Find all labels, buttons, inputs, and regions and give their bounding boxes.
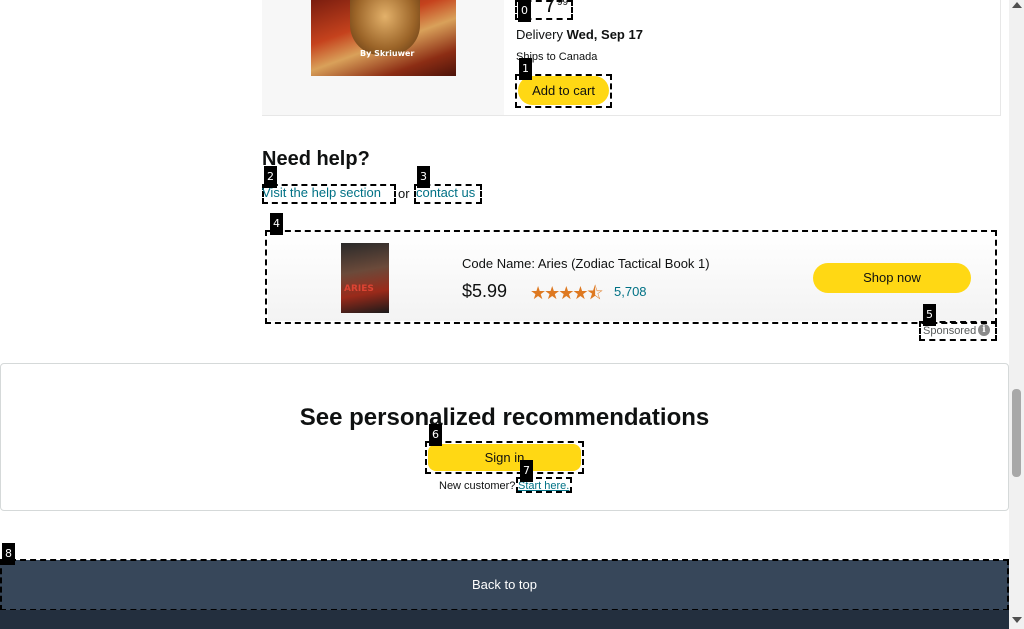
ad-price: $5.99: [462, 281, 508, 301]
ad-book-cover[interactable]: [341, 243, 389, 313]
footer-nav: [0, 610, 1009, 629]
sign-in-button[interactable]: Sign in: [428, 444, 581, 471]
sponsored-label: Sponsored: [923, 325, 977, 337]
or-text: or: [398, 186, 410, 201]
product-price-cents: 99: [557, 0, 569, 8]
marker-tag: 1: [519, 58, 532, 80]
marker-tag: 3: [417, 166, 430, 188]
product-price: 7: [544, 0, 557, 17]
help-section-link[interactable]: Visit the help section: [262, 185, 381, 200]
ad-book-title[interactable]: Code Name: Aries (Zodiac Tactical Book 1…: [462, 256, 710, 271]
delivery-info: Delivery Wed, Sep 17: [516, 27, 643, 42]
info-icon[interactable]: i: [978, 324, 990, 336]
marker-tag: 8: [2, 543, 15, 565]
delivery-date: Wed, Sep 17: [566, 27, 643, 42]
delivery-label: Delivery: [516, 27, 563, 42]
marker-tag: 5: [923, 304, 936, 326]
helmet-illustration: [350, 0, 420, 55]
recommendations-title: See personalized recommendations: [299, 404, 710, 431]
marker-tag: 6: [429, 424, 442, 446]
marker-tag: 4: [270, 213, 283, 235]
cover-author-text: By Skriuwer: [360, 49, 415, 58]
marker-tag: 0: [518, 0, 531, 22]
scroll-down-arrow-icon[interactable]: [1012, 617, 1022, 623]
marker-tag: 2: [264, 166, 277, 188]
vertical-scrollbar[interactable]: [1009, 0, 1024, 629]
ad-cover-title: ARIES: [344, 284, 374, 294]
marker-tag: 7: [520, 460, 533, 482]
ad-rating-count[interactable]: 5,708: [614, 284, 647, 299]
shop-now-button[interactable]: Shop now: [813, 263, 971, 293]
new-customer-text: New customer?: [439, 480, 516, 492]
need-help-heading: Need help?: [262, 148, 370, 170]
back-to-top-label[interactable]: Back to top: [0, 577, 1009, 592]
scroll-up-arrow-icon[interactable]: [1012, 2, 1022, 8]
star-rating-icon: ★★★★⯪: [530, 283, 604, 303]
scrollbar-thumb[interactable]: [1012, 389, 1021, 477]
add-to-cart-button[interactable]: Add to cart: [518, 76, 609, 105]
